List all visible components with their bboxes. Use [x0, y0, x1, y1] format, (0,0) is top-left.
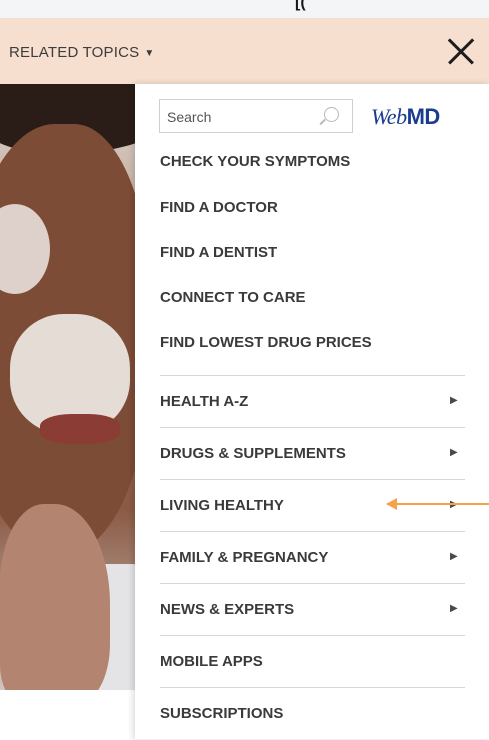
link-find-dentist[interactable]: FIND A DENTIST: [160, 244, 277, 261]
related-topics-label: RELATED TOPICS: [9, 44, 140, 61]
chevron-right-icon: ▶: [450, 551, 458, 562]
top-glyph: [(: [295, 0, 306, 11]
chevron-right-icon: ▶: [450, 395, 458, 406]
menu-item-mobile-apps[interactable]: MOBILE APPS: [160, 636, 465, 688]
search-box: [159, 99, 353, 134]
menu-panel: WebMD CHECK YOUR SYMPTOMS FIND A DOCTOR …: [135, 84, 489, 739]
close-icon[interactable]: [446, 37, 476, 67]
search-input[interactable]: [160, 100, 319, 134]
header-bar: RELATED TOPICS ▼: [0, 18, 489, 84]
menu-item-label: SUBSCRIPTIONS: [160, 705, 284, 722]
menu-item-news-experts[interactable]: NEWS & EXPERTS ▶: [160, 584, 465, 636]
related-topics-dropdown[interactable]: RELATED TOPICS ▼: [9, 44, 154, 61]
link-find-drug-prices[interactable]: FIND LOWEST DRUG PRICES: [160, 334, 372, 351]
hero-photo: [0, 84, 140, 690]
menu-item-label: DRUGS & SUPPLEMENTS: [160, 445, 346, 462]
menu-item-drugs-supplements[interactable]: DRUGS & SUPPLEMENTS ▶: [160, 428, 465, 480]
caret-down-icon: ▼: [144, 48, 155, 59]
logo-web: Web: [371, 104, 407, 129]
menu-item-label: FAMILY & PREGNANCY: [160, 549, 329, 566]
link-check-symptoms[interactable]: CHECK YOUR SYMPTOMS: [160, 153, 350, 170]
search-icon[interactable]: [324, 107, 339, 122]
menu-item-subscriptions[interactable]: SUBSCRIPTIONS: [160, 688, 465, 740]
menu-item-label: HEALTH A-Z: [160, 393, 249, 410]
annotation-arrow-icon: [386, 498, 489, 510]
logo-md: MD: [406, 104, 441, 129]
chevron-right-icon: ▶: [450, 603, 458, 614]
top-strip: [(: [0, 0, 489, 18]
menu-item-label: MOBILE APPS: [160, 653, 263, 670]
menu-item-label: NEWS & EXPERTS: [160, 601, 295, 618]
menu-item-living-healthy[interactable]: LIVING HEALTHY ▶: [160, 480, 465, 532]
menu-item-health-a-z[interactable]: HEALTH A-Z ▶: [160, 376, 465, 428]
menu-item-family-pregnancy[interactable]: FAMILY & PREGNANCY ▶: [160, 532, 465, 584]
webmd-logo[interactable]: WebMD: [371, 104, 440, 130]
link-find-doctor[interactable]: FIND A DOCTOR: [160, 199, 278, 216]
chevron-right-icon: ▶: [450, 447, 458, 458]
link-connect-to-care[interactable]: CONNECT TO CARE: [160, 289, 306, 306]
menu-item-label: LIVING HEALTHY: [160, 497, 284, 514]
